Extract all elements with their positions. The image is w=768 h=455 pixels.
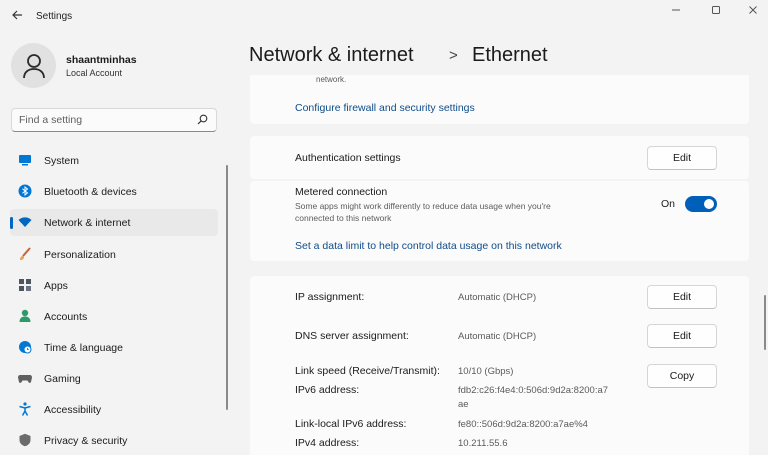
- sidebar-item-network[interactable]: Network & internet: [10, 209, 218, 236]
- metered-connection-label: Metered connection: [295, 186, 388, 198]
- page-title: Ethernet: [472, 44, 548, 66]
- dns-assignment-label: DNS server assignment:: [295, 330, 409, 342]
- monitor-icon: [19, 155, 31, 166]
- sidebar-item-label: Privacy & security: [44, 435, 128, 447]
- search-input[interactable]: [19, 113, 189, 127]
- metered-connection-description: Some apps might work differently to redu…: [295, 201, 551, 223]
- sidebar-item-accessibility[interactable]: Accessibility: [10, 396, 218, 423]
- dns-assignment-edit-button[interactable]: Edit: [647, 324, 717, 348]
- sidebar-item-label: Apps: [44, 280, 68, 292]
- back-arrow-icon[interactable]: [8, 8, 26, 26]
- cut-off-text: network.: [316, 75, 347, 84]
- person-icon: [19, 309, 31, 322]
- sidebar-item-label: Accessibility: [44, 404, 102, 416]
- active-indicator: [10, 217, 13, 229]
- sidebar-item-label: Gaming: [44, 373, 81, 385]
- toggle-state-label: On: [661, 198, 676, 210]
- apps-icon: [19, 279, 31, 291]
- sidebar-item-label: Personalization: [44, 249, 116, 261]
- sidebar-item-bluetooth[interactable]: Bluetooth & devices: [10, 178, 218, 205]
- account-type: Local Account: [66, 68, 123, 78]
- copy-button[interactable]: Copy: [647, 364, 717, 388]
- breadcrumb-separator: >: [449, 47, 458, 64]
- sidebar-item-time-language[interactable]: Time & language: [10, 334, 218, 361]
- shield-icon: [19, 433, 31, 447]
- sidebar-scrollbar[interactable]: [226, 165, 228, 410]
- link-local-ipv6-label: Link-local IPv6 address:: [295, 418, 407, 430]
- sidebar-item-privacy[interactable]: Privacy & security: [10, 427, 218, 454]
- close-icon[interactable]: [742, 5, 764, 19]
- avatar[interactable]: [11, 43, 56, 88]
- authentication-card: Authentication settings Edit: [250, 136, 749, 179]
- sidebar-item-apps[interactable]: Apps: [10, 272, 218, 299]
- sidebar-item-system[interactable]: System: [10, 147, 218, 174]
- ipv6-address-value-cont: ae: [458, 399, 469, 410]
- link-speed-label: Link speed (Receive/Transmit):: [295, 365, 440, 377]
- ipv6-address-value: fdb2:c26:f4e4:0:506d:9d2a:8200:a7: [458, 385, 609, 396]
- sidebar-item-label: System: [44, 155, 80, 167]
- metered-connection-toggle[interactable]: [685, 196, 717, 212]
- account-name: shaantminhas: [66, 54, 137, 66]
- app-title: Settings: [36, 11, 73, 22]
- link-local-ipv6-value: fe80::506d:9d2a:8200:a7ae%4: [458, 419, 588, 430]
- sidebar-item-label: Bluetooth & devices: [44, 186, 137, 198]
- firewall-card: network. Configure firewall and security…: [250, 75, 749, 124]
- ipv4-address-value: 10.211.55.6: [458, 438, 508, 449]
- brush-icon: [20, 247, 31, 260]
- sidebar-item-accounts[interactable]: Accounts: [10, 303, 218, 330]
- maximize-icon[interactable]: [705, 5, 727, 19]
- globe-clock-icon: [19, 341, 32, 354]
- accessibility-icon: [19, 402, 31, 416]
- minimize-icon[interactable]: [665, 5, 687, 19]
- settings-content: network. Configure firewall and security…: [250, 75, 749, 455]
- firewall-link[interactable]: Configure firewall and security settings: [295, 102, 475, 114]
- metered-connection-card: Metered connection Some apps might work …: [250, 181, 749, 261]
- authentication-edit-button[interactable]: Edit: [647, 146, 717, 170]
- sidebar-item-label: Network & internet: [44, 217, 131, 229]
- ip-assignment-value: Automatic (DHCP): [458, 292, 537, 303]
- title-bar: Settings: [0, 0, 768, 34]
- bluetooth-icon: [18, 184, 32, 198]
- ip-assignment-edit-button[interactable]: Edit: [647, 285, 717, 309]
- authentication-label: Authentication settings: [295, 152, 401, 164]
- sidebar-item-personalization[interactable]: Personalization: [10, 241, 218, 268]
- breadcrumb-parent[interactable]: Network & internet: [249, 44, 414, 67]
- data-limit-link[interactable]: Set a data limit to help control data us…: [295, 240, 562, 252]
- search-box[interactable]: [11, 108, 217, 132]
- link-speed-value: 10/10 (Gbps): [458, 366, 514, 377]
- sidebar-item-label: Accounts: [44, 311, 88, 323]
- ipv6-address-label: IPv6 address:: [295, 384, 360, 396]
- dns-assignment-value: Automatic (DHCP): [458, 331, 537, 342]
- toggle-knob: [704, 199, 714, 209]
- wifi-icon: [18, 217, 32, 227]
- ip-assignment-label: IP assignment:: [295, 291, 365, 303]
- ipv4-address-label: IPv4 address:: [295, 437, 360, 449]
- sidebar-item-label: Time & language: [44, 342, 123, 354]
- ip-settings-card: IP assignment: Automatic (DHCP) Edit DNS…: [250, 276, 749, 455]
- person-icon: [23, 54, 45, 79]
- content-scrollbar[interactable]: [764, 295, 766, 350]
- sidebar-item-gaming[interactable]: Gaming: [10, 365, 218, 392]
- gamepad-icon: [18, 375, 32, 383]
- search-icon[interactable]: [197, 114, 208, 125]
